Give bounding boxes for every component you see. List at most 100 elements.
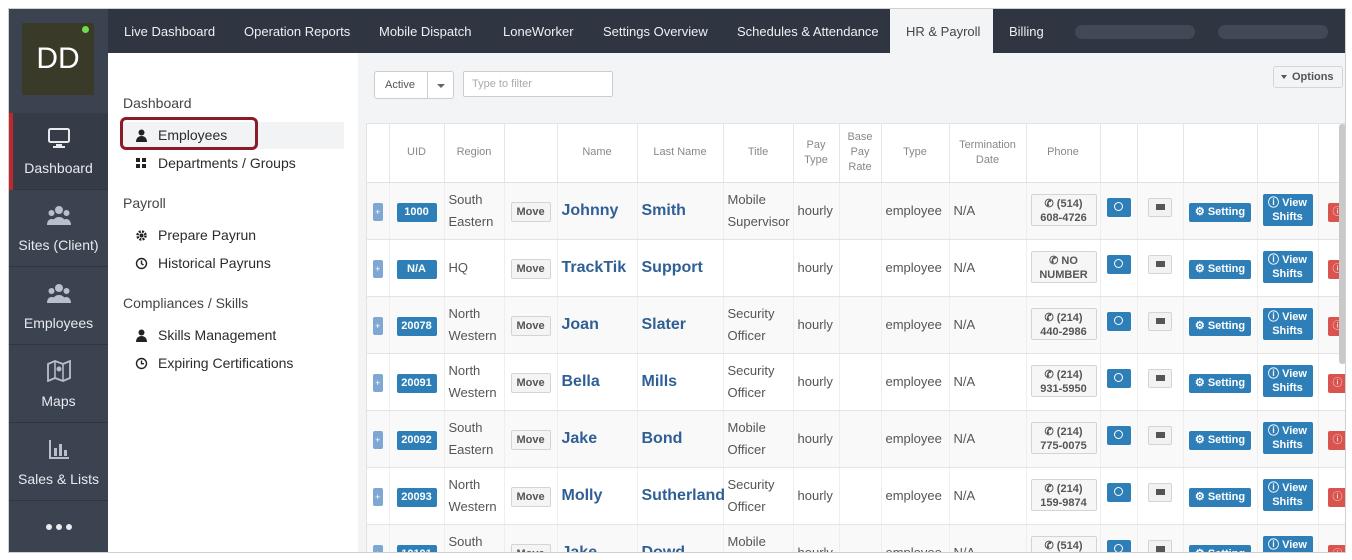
- expand-button[interactable]: +: [372, 487, 383, 506]
- blurred-tab[interactable]: [1075, 25, 1195, 39]
- phone-button[interactable]: ✆ (214) 159-9874: [1030, 478, 1097, 511]
- rail-item-sites[interactable]: Sites (Client): [9, 190, 108, 267]
- setting-button[interactable]: ⚙ Setting: [1188, 544, 1252, 552]
- first-name-link[interactable]: Bella: [562, 373, 600, 390]
- move-button[interactable]: Move: [510, 372, 551, 393]
- phone-button[interactable]: ✆ (214) 775-0075: [1030, 421, 1097, 454]
- view-shifts-button[interactable]: ⓘ ViewShifts: [1262, 365, 1313, 397]
- col-header-title[interactable]: Title: [723, 124, 794, 183]
- col-header-last-name[interactable]: Last Name: [637, 124, 724, 183]
- mail-icon[interactable]: [1148, 368, 1172, 388]
- last-name-link[interactable]: Smith: [642, 202, 686, 219]
- mail-icon[interactable]: [1148, 311, 1172, 331]
- vertical-scrollbar[interactable]: [1339, 124, 1345, 364]
- tab-live-dashboard[interactable]: Live Dashboard: [110, 9, 229, 53]
- phone-button[interactable]: ✆ (214) 440-2986: [1030, 307, 1097, 340]
- expand-button[interactable]: +: [372, 259, 383, 278]
- phone-button[interactable]: ✆ NO NUMBER: [1030, 250, 1097, 283]
- table-row[interactable]: + 20078 North Western Move Joan Slater Se…: [367, 296, 1345, 354]
- mail-icon[interactable]: [1148, 254, 1172, 274]
- view-shifts-button[interactable]: ⓘ ViewShifts: [1262, 536, 1313, 552]
- clock-icon[interactable]: [1106, 311, 1131, 331]
- first-name-link[interactable]: Johnny: [562, 202, 619, 219]
- clock-icon[interactable]: [1106, 197, 1131, 217]
- first-name-link[interactable]: TrackTik: [562, 259, 627, 276]
- options-button[interactable]: Options: [1273, 66, 1343, 88]
- view-shifts-button[interactable]: ⓘ ViewShifts: [1262, 251, 1313, 283]
- rail-item-more[interactable]: [9, 502, 108, 552]
- setting-button[interactable]: ⚙ Setting: [1188, 316, 1252, 336]
- uid-badge[interactable]: 20078: [396, 316, 437, 336]
- mail-icon[interactable]: [1148, 425, 1172, 445]
- last-name-link[interactable]: Sutherland: [642, 487, 726, 504]
- first-name-link[interactable]: Jake: [562, 544, 598, 553]
- last-name-link[interactable]: Slater: [642, 316, 686, 333]
- move-button[interactable]: Move: [510, 486, 551, 507]
- col-header-type[interactable]: Type: [881, 124, 950, 183]
- blurred-tab[interactable]: [1218, 25, 1328, 39]
- clock-icon[interactable]: [1106, 539, 1131, 552]
- clock-icon[interactable]: [1106, 482, 1131, 502]
- col-header-region[interactable]: Region: [444, 124, 505, 183]
- expand-button[interactable]: +: [372, 202, 383, 221]
- table-row[interactable]: + 10101 SouthEastern Move Jake Dowd Mobi…: [367, 524, 1345, 553]
- move-button[interactable]: Move: [510, 258, 551, 279]
- col-header-phone[interactable]: Phone: [1026, 124, 1101, 183]
- uid-badge[interactable]: N/A: [396, 259, 437, 279]
- tab-billing[interactable]: Billing: [995, 9, 1058, 53]
- phone-button[interactable]: ✆ (514) 608-4726: [1030, 193, 1097, 226]
- filter-input[interactable]: [463, 71, 613, 97]
- setting-button[interactable]: ⚙ Setting: [1188, 259, 1252, 279]
- status-filter-select[interactable]: Active: [374, 71, 454, 99]
- expand-button[interactable]: +: [372, 373, 383, 392]
- setting-button[interactable]: ⚙ Setting: [1188, 487, 1252, 507]
- move-button[interactable]: Move: [510, 543, 551, 552]
- table-row[interactable]: + N/A HQ Move TrackTik Support hourly em…: [367, 239, 1345, 297]
- col-header-termination-date[interactable]: Termination Date: [949, 124, 1027, 183]
- last-name-link[interactable]: Bond: [642, 430, 683, 447]
- setting-button[interactable]: ⚙ Setting: [1188, 373, 1252, 393]
- last-name-link[interactable]: Support: [642, 259, 703, 276]
- mail-icon[interactable]: [1148, 482, 1172, 502]
- col-header-pay-type[interactable]: Pay Type: [793, 124, 840, 183]
- mail-icon[interactable]: [1148, 197, 1172, 217]
- clock-icon[interactable]: [1106, 254, 1131, 274]
- table-row[interactable]: + 20091 North Western Move Bella Mills Se…: [367, 353, 1345, 411]
- last-name-link[interactable]: Dowd: [642, 544, 686, 553]
- uid-badge[interactable]: 10101: [396, 544, 437, 552]
- table-row[interactable]: + 20093 North Western Move Molly Sutherla…: [367, 467, 1345, 525]
- phone-button[interactable]: ✆ (514)766-7287: [1030, 535, 1097, 552]
- menu-item-prepare-payrun[interactable]: Prepare Payrun: [122, 222, 344, 249]
- tab-operation-reports[interactable]: Operation Reports: [230, 9, 364, 53]
- view-shifts-button[interactable]: ⓘ ViewShifts: [1262, 194, 1313, 226]
- tab-hr-payroll[interactable]: HR & Payroll: [890, 9, 993, 53]
- expand-button[interactable]: +: [372, 430, 383, 449]
- tab-settings-overview[interactable]: Settings Overview: [589, 9, 722, 53]
- view-shifts-button[interactable]: ⓘ ViewShifts: [1262, 308, 1313, 340]
- clock-icon[interactable]: [1106, 425, 1131, 445]
- table-row[interactable]: + 1000 South Eastern Move Johnny Smith Mo…: [367, 182, 1345, 240]
- expand-button[interactable]: +: [372, 544, 383, 552]
- table-row[interactable]: + 20092 South Eastern Move Jake Bond Mobi…: [367, 410, 1345, 468]
- rail-item-maps[interactable]: Maps: [9, 346, 108, 423]
- first-name-link[interactable]: Molly: [562, 487, 603, 504]
- expand-button[interactable]: +: [372, 316, 383, 335]
- chevron-down-icon[interactable]: [427, 72, 453, 98]
- info-icon[interactable]: ⓘ: [1327, 373, 1345, 393]
- view-shifts-button[interactable]: ⓘ ViewShifts: [1262, 479, 1313, 511]
- first-name-link[interactable]: Jake: [562, 430, 598, 447]
- first-name-link[interactable]: Joan: [562, 316, 599, 333]
- uid-badge[interactable]: 20091: [396, 373, 437, 393]
- setting-button[interactable]: ⚙ Setting: [1188, 202, 1252, 222]
- menu-item-expiring-certifications[interactable]: Expiring Certifications: [122, 350, 344, 377]
- uid-badge[interactable]: 20092: [396, 430, 437, 450]
- info-icon[interactable]: ⓘ: [1327, 430, 1345, 450]
- move-button[interactable]: Move: [510, 315, 551, 336]
- col-header-base-pay-rate[interactable]: Base Pay Rate: [839, 124, 882, 183]
- rail-item-employees[interactable]: Employees: [9, 268, 108, 345]
- menu-item-skills-management[interactable]: Skills Management: [122, 322, 344, 349]
- rail-item-sales-lists[interactable]: Sales & Lists: [9, 424, 108, 501]
- info-icon[interactable]: ⓘ: [1327, 544, 1345, 552]
- col-header-name[interactable]: Name: [557, 124, 638, 183]
- move-button[interactable]: Move: [510, 201, 551, 222]
